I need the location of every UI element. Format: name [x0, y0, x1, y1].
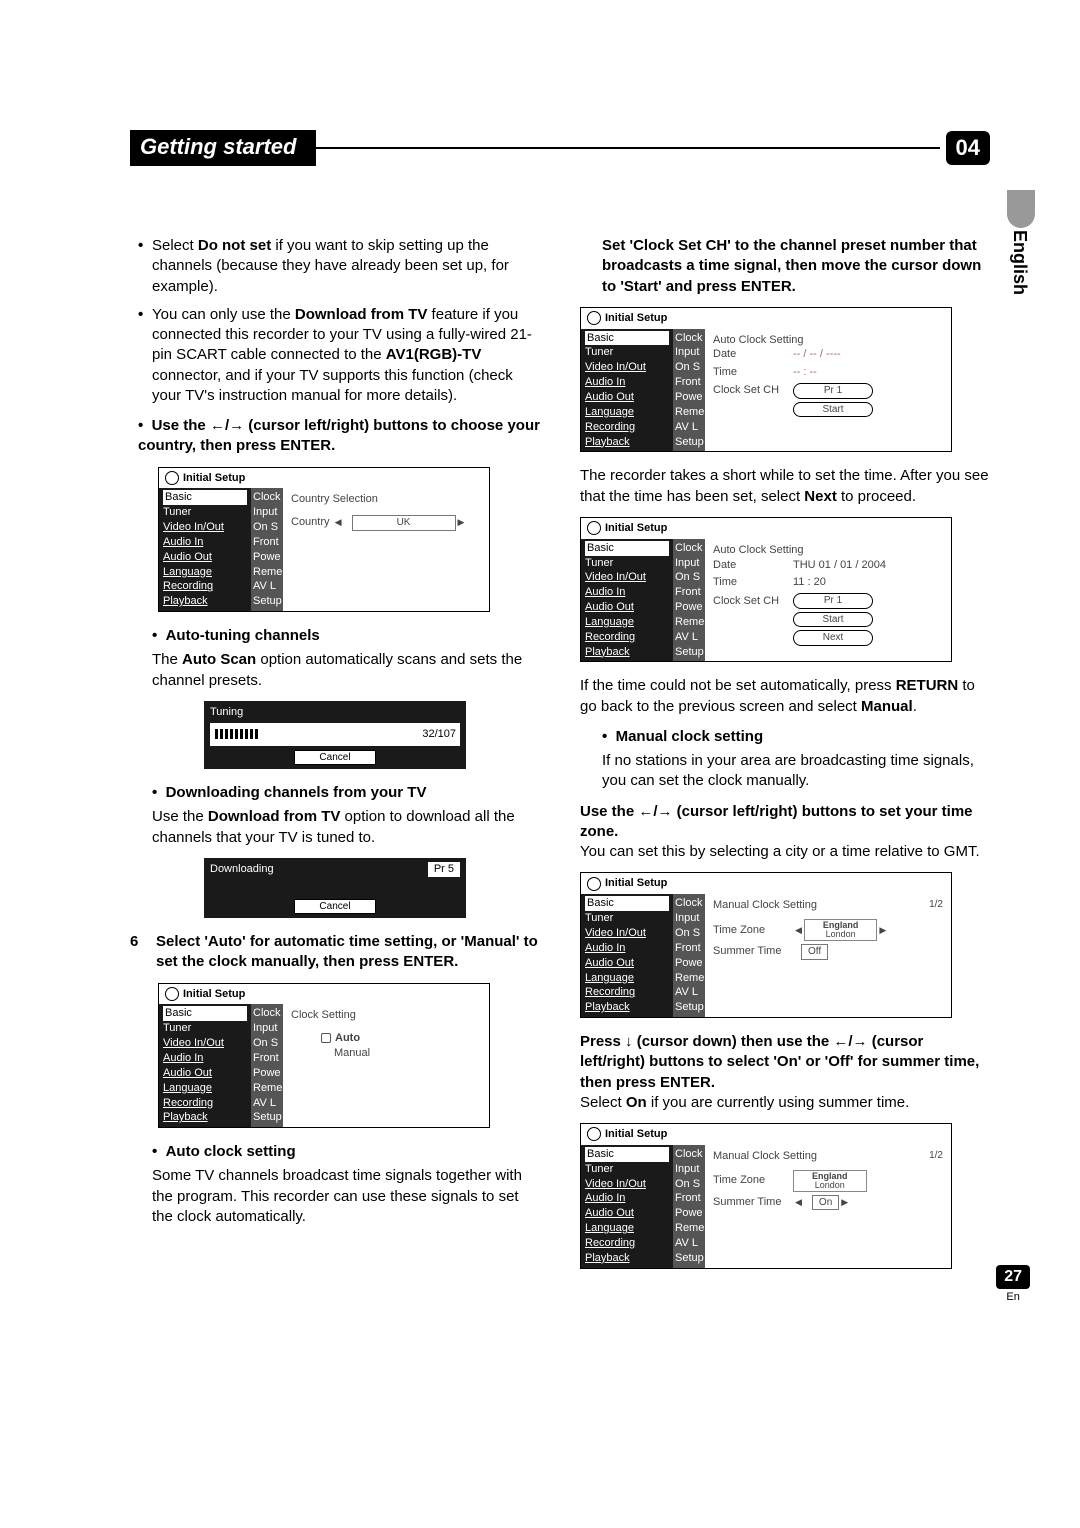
osd-manual-clock-on: Initial Setup ▲BasicTunerVideo In/OutAud…	[580, 1123, 952, 1269]
disc-icon	[165, 471, 179, 485]
osd-tuning: Tuning 32/107 Cancel	[204, 701, 466, 769]
step-6: 6 Select 'Auto' for automatic time setti…	[130, 932, 540, 973]
cancel-button[interactable]: Cancel	[294, 899, 376, 915]
clock-ch-button[interactable]: Pr 1	[793, 383, 873, 399]
osd-auto-clock-set: Initial Setup ▲BasicTunerVideo In/OutAud…	[580, 517, 952, 663]
osd-downloading: DownloadingPr 5 Cancel	[204, 858, 466, 918]
osd-pane-title: Manual Clock Setting	[713, 898, 943, 913]
cancel-button[interactable]: Cancel	[294, 750, 376, 766]
osd-pane-title: Manual Clock Setting	[713, 1149, 943, 1164]
text-download: Use the Download from TV option to downl…	[130, 807, 540, 848]
disc-icon	[587, 877, 601, 891]
note-download-tv: You can only use the Download from TV fe…	[130, 305, 540, 406]
osd-pane-title: Auto Clock Setting	[713, 543, 943, 558]
page-number: 27 En	[996, 1265, 1030, 1303]
text-if-not-set: If the time could not be set automatical…	[580, 676, 990, 717]
header-rule	[316, 147, 939, 149]
text-summer: Select On if you are currently using sum…	[580, 1093, 990, 1113]
osd-auto-clock-blank: Initial Setup ▲BasicTunerVideo In/OutAud…	[580, 307, 952, 453]
country-field[interactable]: UK	[352, 515, 456, 531]
osd-manual-clock-off: Initial Setup ▲BasicTunerVideo In/OutAud…	[580, 872, 952, 1018]
text-auto-scan: The Auto Scan option automatically scans…	[130, 650, 540, 691]
heading-auto-clock: • Auto clock setting	[130, 1142, 540, 1162]
time-value: -- : --	[793, 365, 817, 380]
instruction-summer: Press ↓ (cursor down) then use the ←/→ (…	[580, 1032, 990, 1093]
text-after-set: The recorder takes a short while to set …	[580, 466, 990, 507]
option-manual[interactable]: Manual	[321, 1046, 481, 1061]
disc-icon	[587, 1127, 601, 1141]
osd-submenu: ClockInputOn SFrontPoweRemeAV LSetup	[251, 488, 283, 611]
text-manual-clock: If no stations in your area are broadcas…	[580, 751, 990, 792]
osd-pane-title: Clock Setting	[291, 1008, 481, 1023]
instruction-clock-set-ch: Set 'Clock Set CH' to the channel preset…	[580, 236, 990, 297]
language-tab-bg	[1007, 190, 1035, 228]
start-button[interactable]: Start	[793, 402, 873, 418]
instruction-country: • Use the ←/→ (cursor left/right) button…	[130, 416, 540, 457]
osd-menu: ▲ Basic Tuner Video In/Out Audio In Audi…	[159, 488, 251, 611]
progress-bar	[214, 728, 416, 740]
disc-icon	[587, 311, 601, 325]
osd-pane-title: Country Selection	[291, 492, 481, 507]
note-donotset: Select Do not set if you want to skip se…	[130, 236, 540, 297]
right-column: Set 'Clock Set CH' to the channel preset…	[580, 236, 990, 1283]
timezone-field[interactable]: EnglandLondon	[804, 919, 878, 941]
heading-auto-tuning: • Auto-tuning channels	[130, 626, 540, 646]
summer-field[interactable]: On	[812, 1195, 839, 1211]
language-tab: English	[1009, 230, 1030, 295]
start-button[interactable]: Start	[793, 612, 873, 628]
instruction-timezone: Use the ←/→ (cursor left/right) buttons …	[580, 802, 990, 843]
chapter-number: 04	[946, 131, 990, 165]
option-auto[interactable]: Auto	[335, 1032, 360, 1044]
next-button[interactable]: Next	[793, 630, 873, 646]
disc-icon	[587, 521, 601, 535]
heading-downloading: • Downloading channels from your TV	[130, 783, 540, 803]
page-frac: 1/2	[929, 898, 943, 912]
text-auto-clock: Some TV channels broadcast time signals …	[130, 1166, 540, 1227]
clock-ch-button[interactable]: Pr 1	[793, 593, 873, 609]
date-value: -- / -- / ----	[793, 347, 841, 362]
page-frac: 1/2	[929, 1149, 943, 1163]
osd-country-selection: Initial Setup ▲ Basic Tuner Video In/Out…	[158, 467, 490, 613]
disc-icon	[165, 987, 179, 1001]
text-timezone: You can set this by selecting a city or …	[580, 842, 990, 862]
summer-field[interactable]: Off	[801, 944, 828, 960]
osd-pane-title: Auto Clock Setting	[713, 333, 943, 348]
date-value: THU 01 / 01 / 2004	[793, 558, 886, 573]
time-value: 11 : 20	[793, 575, 826, 590]
download-pr: Pr 5	[428, 862, 460, 877]
osd-clock-setting: Initial Setup ▲ BasicTunerVideo In/OutAu…	[158, 983, 490, 1129]
section-title: Getting started	[130, 130, 316, 166]
heading-manual-clock: • Manual clock setting	[580, 727, 990, 747]
left-column: Select Do not set if you want to skip se…	[130, 236, 540, 1283]
timezone-field[interactable]: EnglandLondon	[793, 1170, 867, 1192]
